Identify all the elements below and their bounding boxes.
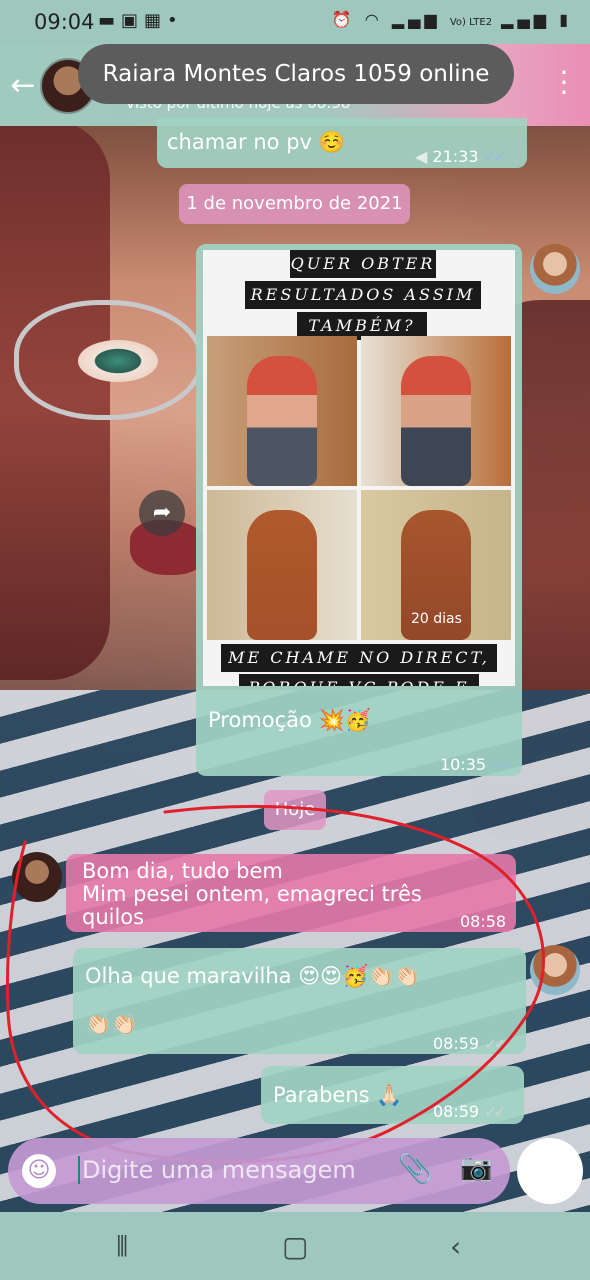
attach-icon[interactable]: 📎 [398,1152,433,1185]
message-composer: ☺ Digite uma mensagem 📎 📷 [8,1138,510,1204]
camera-icon[interactable]: 📷 [460,1153,492,1183]
red-circle-annotation [5,804,545,1164]
home-icon[interactable]: ▢ [282,1230,308,1263]
system-nav-bar: ⦀ ▢ ‹ [0,1212,590,1280]
mic-button[interactable] [517,1138,583,1204]
recents-icon[interactable]: ⦀ [116,1230,128,1264]
back-icon[interactable]: ‹ [450,1230,461,1263]
chat-screen: 09:04 ▬▣▦• ⏰ ◠ ▂▄▆ Vo) LTE2 ▂▄▆ ▮ ← vist… [0,0,590,1280]
message-input[interactable]: Digite uma mensagem [78,1156,356,1184]
emoji-icon[interactable]: ☺ [22,1154,56,1188]
